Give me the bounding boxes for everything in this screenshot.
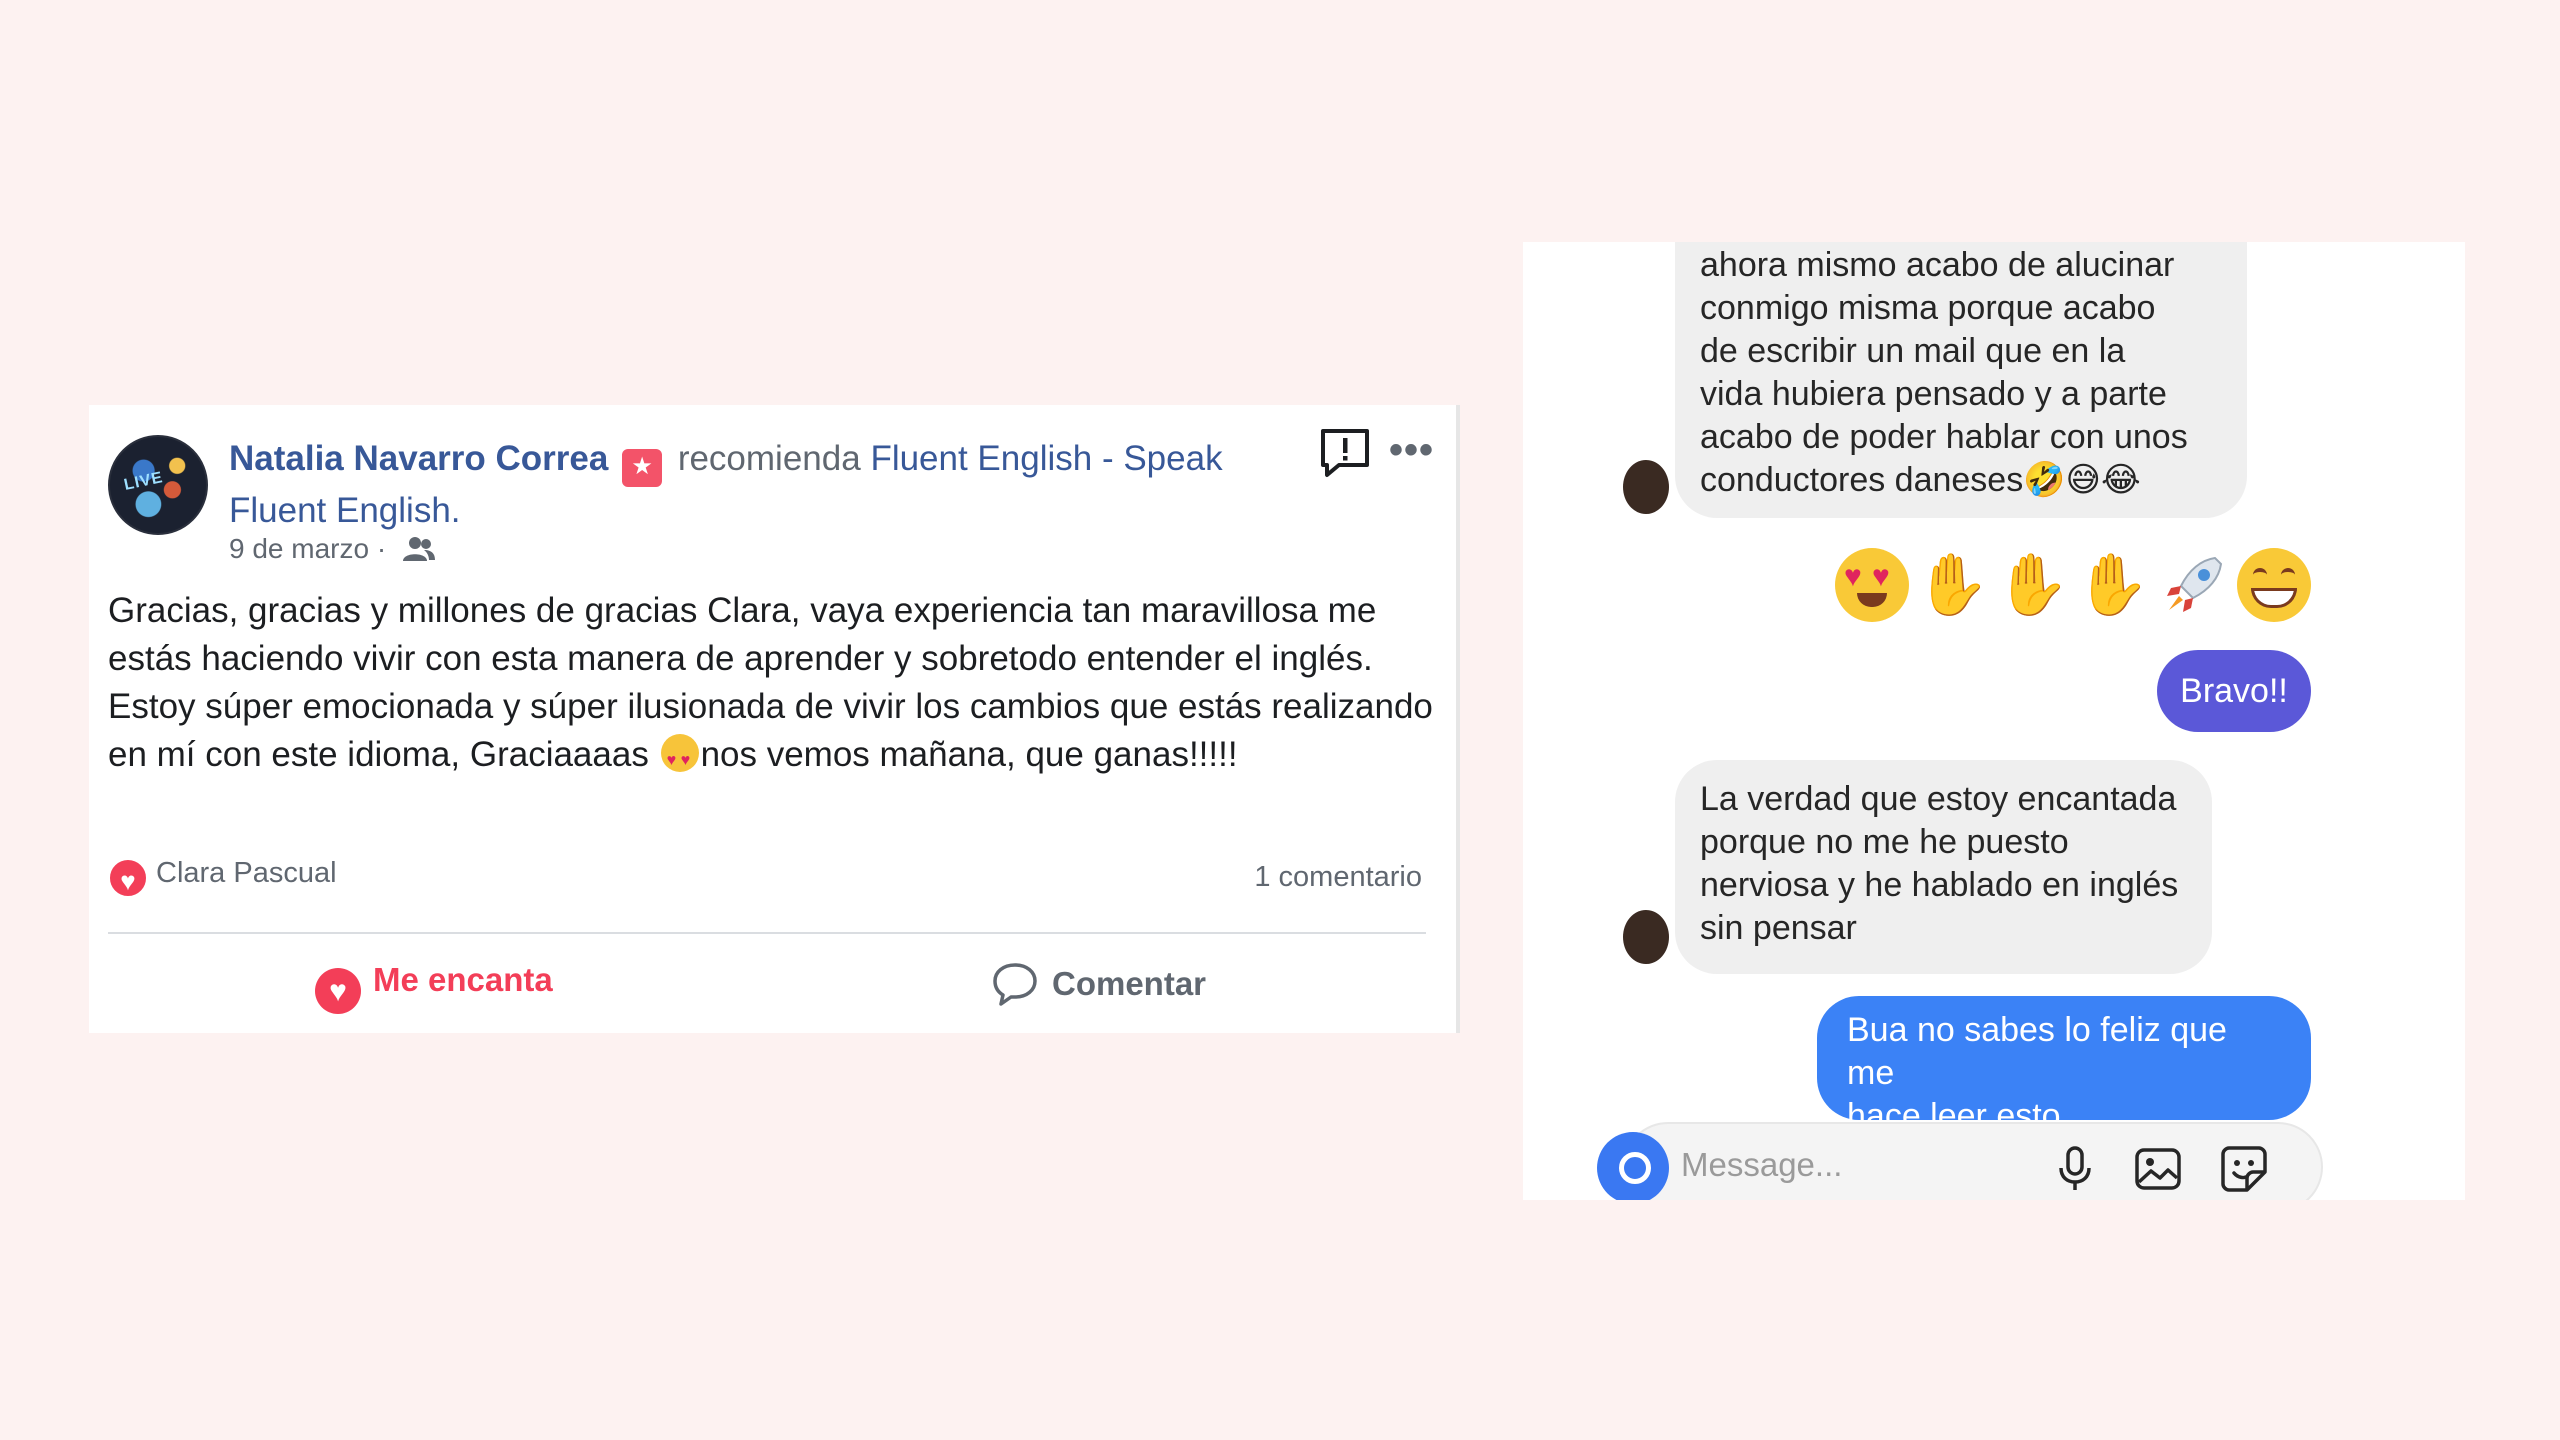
post-body: Gracias, gracias y millones de gracias C…: [108, 587, 1438, 785]
message-line: porque no me he puesto: [1700, 823, 2069, 861]
love-label: Me encanta: [373, 961, 553, 998]
actions-divider: [108, 932, 1426, 934]
camera-icon[interactable]: [1597, 1132, 1669, 1200]
post-text-part2: nos vemos mañana, que ganas!!!!!: [700, 735, 1238, 774]
message-line: acabo de poder hablar con unos: [1700, 418, 2188, 456]
chat-screenshot: ahora mismo acabo de alucinar conmigo mi…: [1523, 242, 2465, 1200]
message-input-bar[interactable]: Message...: [1597, 1122, 2323, 1200]
emoji-message[interactable]: ✋ ✋ ✋: [1835, 548, 2325, 624]
author-avatar[interactable]: LIVE: [108, 435, 208, 535]
facebook-review-card: LIVE Natalia Navarro Correa ★ recomienda…: [89, 405, 1460, 1033]
heart-reaction-icon: ♥: [108, 858, 148, 898]
post-meta: 9 de marzo ·: [229, 533, 436, 565]
message-line: ahora mismo acabo de alucinar: [1700, 246, 2175, 284]
clapping-hands-emoji-icon: ✋: [1915, 551, 1990, 618]
report-icon[interactable]: [1319, 427, 1371, 479]
message-line: nerviosa y he hablado en inglés: [1700, 866, 2179, 904]
message-line: vida hubiera pensado y a parte: [1700, 375, 2167, 413]
love-button[interactable]: ♥ Me encanta: [315, 961, 553, 1014]
recommend-badge-icon: ★: [622, 449, 663, 487]
recommend-verb: recomienda: [677, 439, 861, 478]
reactions-summary[interactable]: ♥ Clara Pascual: [108, 857, 337, 898]
comments-count-link[interactable]: 1 comentario: [1254, 861, 1422, 894]
message-line: La verdad que estoy encantada: [1700, 780, 2177, 818]
more-dots-icon[interactable]: •••: [1389, 430, 1434, 470]
message-input[interactable]: Message...: [1681, 1146, 1842, 1184]
heart-eyes-emoji-icon: [1835, 548, 1909, 622]
avatar-text: LIVE: [122, 469, 165, 494]
reaction-by: Clara Pascual: [156, 857, 337, 889]
contact-avatar[interactable]: [1623, 910, 1669, 964]
grinning-face-emoji-icon: [2237, 548, 2311, 622]
post-header: Natalia Navarro Correa ★ recomienda Flue…: [229, 435, 1229, 535]
incoming-message[interactable]: ahora mismo acabo de alucinar conmigo mi…: [1675, 242, 2247, 518]
outgoing-message[interactable]: Bua no sabes lo feliz que me hace leer e…: [1817, 996, 2311, 1135]
microphone-icon[interactable]: [2050, 1144, 2100, 1194]
message-line: sin pensar: [1700, 909, 1857, 947]
sticker-icon[interactable]: [2219, 1144, 2269, 1194]
clapping-hands-emoji-icon: ✋: [1995, 551, 2070, 618]
post-date[interactable]: 9 de marzo: [229, 533, 369, 564]
incoming-message[interactable]: La verdad que estoy encantada porque no …: [1675, 760, 2212, 974]
rocket-emoji-icon: [2167, 556, 2223, 612]
comment-button[interactable]: Comentar: [992, 961, 1206, 1007]
clapping-hands-emoji-icon: ✋: [2075, 551, 2150, 618]
contact-avatar[interactable]: [1623, 460, 1669, 514]
heart-icon: ♥: [315, 968, 361, 1014]
gallery-icon[interactable]: [2133, 1144, 2183, 1194]
message-line: conmigo misma porque acabo: [1700, 289, 2156, 327]
outgoing-message[interactable]: Bravo!!: [2157, 650, 2311, 732]
message-line: conductores daneses🤣😅😂: [1700, 461, 2141, 499]
comment-label: Comentar: [1052, 965, 1207, 1002]
message-line: de escribir un mail que en la: [1700, 332, 2126, 370]
friends-icon[interactable]: [402, 536, 436, 562]
heart-eyes-emoji-icon: [660, 734, 699, 785]
meta-separator: ·: [369, 533, 394, 564]
comment-icon: [993, 963, 1037, 1006]
author-name-link[interactable]: Natalia Navarro Correa: [229, 439, 608, 478]
message-line: Bua no sabes lo feliz que me: [1847, 1011, 2227, 1092]
